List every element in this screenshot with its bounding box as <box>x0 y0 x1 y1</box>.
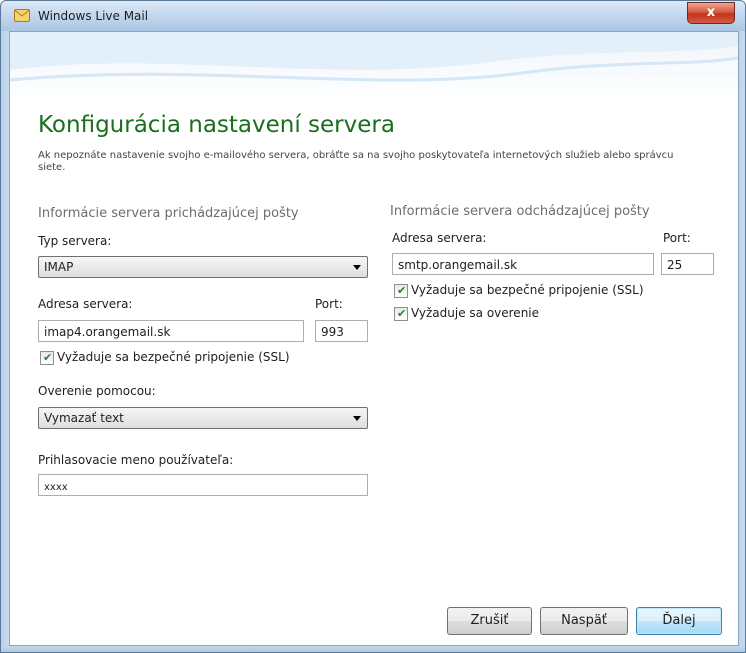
auth-method-select[interactable]: Vymazať text <box>38 407 368 429</box>
outgoing-port-field[interactable] <box>661 253 714 275</box>
outgoing-auth-checkbox[interactable]: ✔ <box>394 307 408 321</box>
auth-method-value: Vymazať text <box>44 411 124 425</box>
outgoing-address-field[interactable] <box>392 253 654 275</box>
page-title: Konfigurácia nastavení servera <box>38 112 395 138</box>
incoming-address-field[interactable] <box>38 320 304 342</box>
outgoing-ssl-checkbox[interactable]: ✔ <box>394 284 408 298</box>
outgoing-port-input[interactable] <box>667 255 713 275</box>
username-label: Prihlasovacie meno používateľa: <box>38 453 234 467</box>
header-banner <box>10 32 738 102</box>
server-type-select[interactable]: IMAP <box>38 256 368 278</box>
outgoing-ssl-label: Vyžaduje sa bezpečné pripojenie (SSL) <box>411 283 644 297</box>
server-type-label: Typ servera: <box>38 234 112 248</box>
outgoing-port-label: Port: <box>663 231 691 245</box>
window-frame-left <box>1 31 9 646</box>
incoming-address-input[interactable] <box>44 322 303 342</box>
close-button[interactable]: x <box>687 2 735 24</box>
incoming-ssl-label: Vyžaduje sa bezpečné pripojenie (SSL) <box>57 350 290 364</box>
incoming-port-input[interactable] <box>321 322 367 342</box>
page-description: Ak nepoznáte nastavenie svojho e-mailové… <box>38 150 674 173</box>
dialog-window: Windows Live Mail x Konfigurácia nastave… <box>0 0 746 653</box>
window-frame-bottom <box>1 646 745 652</box>
next-button[interactable]: Ďalej <box>636 607 722 635</box>
outgoing-address-label: Adresa servera: <box>392 231 487 245</box>
checkmark-icon: ✔ <box>397 284 407 297</box>
outgoing-section-title: Informácie servera odchádzajúcej pošty <box>390 204 650 219</box>
incoming-section-title: Informácie servera prichádzajúcej pošty <box>38 206 299 221</box>
server-type-value: IMAP <box>44 260 74 274</box>
chevron-down-icon <box>353 416 361 421</box>
auth-method-label: Overenie pomocou: <box>38 384 156 398</box>
banner-decoration <box>10 32 738 82</box>
window-title: Windows Live Mail <box>38 9 149 23</box>
mail-icon <box>14 9 30 22</box>
title-bar[interactable]: Windows Live Mail x <box>1 1 745 31</box>
incoming-port-label: Port: <box>315 297 343 311</box>
username-input[interactable] <box>44 477 367 498</box>
back-button[interactable]: Naspäť <box>540 607 628 635</box>
incoming-ssl-checkbox[interactable]: ✔ <box>40 351 54 365</box>
username-field[interactable] <box>38 474 368 498</box>
incoming-address-label: Adresa servera: <box>38 297 133 311</box>
chevron-down-icon <box>353 265 361 270</box>
outgoing-address-input[interactable] <box>398 255 653 275</box>
checkmark-icon: ✔ <box>397 307 407 320</box>
cancel-button[interactable]: Zrušiť <box>447 607 532 635</box>
checkmark-icon: ✔ <box>43 351 53 364</box>
incoming-port-field[interactable] <box>315 320 368 342</box>
dialog-content: Konfigurácia nastavení servera Ak nepozn… <box>9 31 739 646</box>
outgoing-auth-label: Vyžaduje sa overenie <box>411 306 540 320</box>
